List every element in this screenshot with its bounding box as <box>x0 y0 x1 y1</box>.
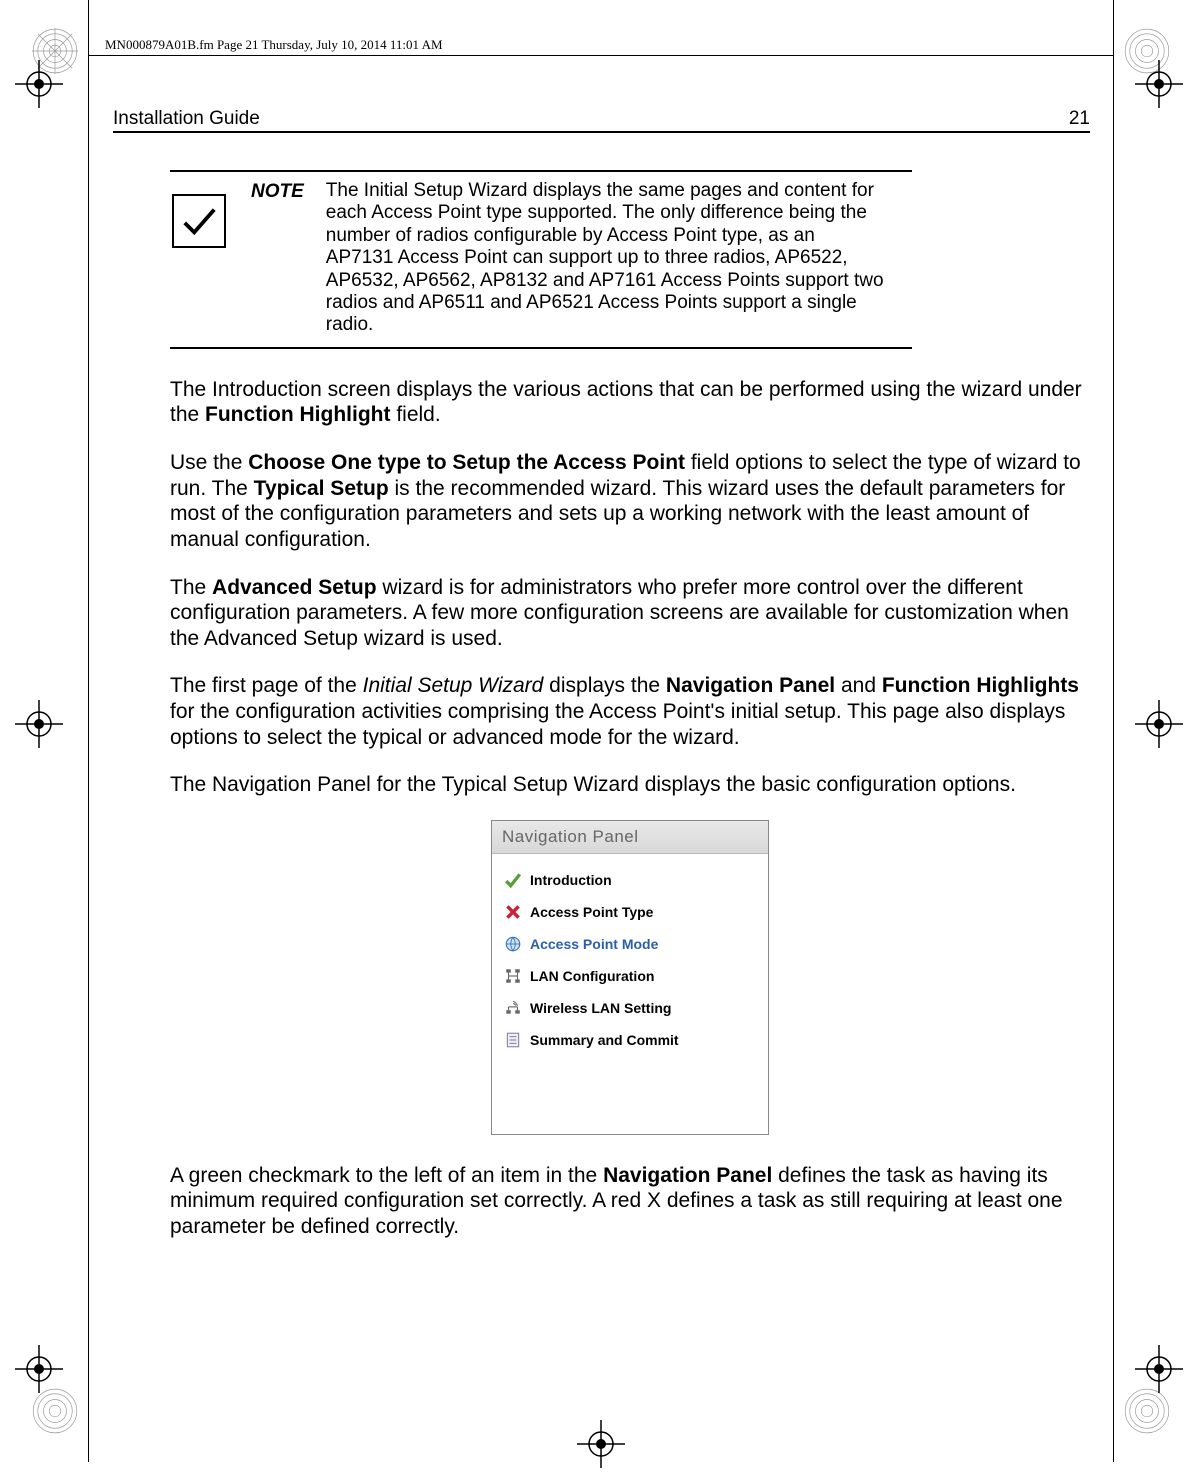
wlan-icon <box>504 999 522 1017</box>
nav-item-lan-configuration: LAN Configuration <box>498 960 762 992</box>
nav-item-label: Access Point Mode <box>530 936 658 952</box>
registration-mark-icon <box>1135 1345 1183 1398</box>
paragraph: The Advanced Setup wizard is for adminis… <box>170 575 1090 652</box>
registration-mark-icon <box>15 60 63 113</box>
nav-item-access-point-type: Access Point Type <box>498 896 762 928</box>
registration-mark-icon <box>1135 60 1183 113</box>
nav-item-label: LAN Configuration <box>530 968 654 984</box>
crop-line-left <box>88 0 89 1462</box>
note-label: NOTE <box>251 180 304 337</box>
x-red-icon <box>504 903 522 921</box>
globe-icon <box>504 935 522 953</box>
page-number: 21 <box>1069 108 1090 130</box>
nav-panel-list: Introduction Access Point Type Access Po… <box>492 854 768 1134</box>
nav-panel-title: Navigation Panel <box>492 821 768 854</box>
running-head-left: Installation Guide <box>113 108 260 130</box>
nav-item-summary-commit: Summary and Commit <box>498 1024 762 1056</box>
registration-mark-icon <box>15 1345 63 1398</box>
document-icon <box>504 1031 522 1049</box>
running-head: Installation Guide 21 <box>113 108 1090 130</box>
registration-mark-icon <box>577 1420 625 1473</box>
registration-mark-icon <box>1135 700 1183 753</box>
paragraph: A green checkmark to the left of an item… <box>170 1163 1090 1240</box>
file-page-annotation: MN000879A01B.fm Page 21 Thursday, July 1… <box>105 37 443 53</box>
header-rule <box>88 55 1113 56</box>
nav-item-access-point-mode: Access Point Mode <box>498 928 762 960</box>
registration-mark-icon <box>15 700 63 753</box>
check-green-icon <box>504 871 522 889</box>
note-block: NOTE The Initial Setup Wizard displays t… <box>170 170 912 349</box>
paragraph: Use the Choose One type to Setup the Acc… <box>170 450 1090 552</box>
nav-item-label: Access Point Type <box>530 904 653 920</box>
nav-item-label: Introduction <box>530 872 612 888</box>
crop-line-right <box>1113 0 1114 1462</box>
paragraph: The Navigation Panel for the Typical Set… <box>170 772 1090 798</box>
running-rule <box>113 131 1090 133</box>
paragraph: The Introduction screen displays the var… <box>170 377 1090 428</box>
nav-item-label: Summary and Commit <box>530 1032 679 1048</box>
lan-icon <box>504 967 522 985</box>
nav-item-wireless-lan-setting: Wireless LAN Setting <box>498 992 762 1024</box>
navigation-panel-screenshot: Navigation Panel Introduction Access Poi… <box>491 820 769 1135</box>
checkmark-icon <box>172 194 226 248</box>
note-body: The Initial Setup Wizard displays the sa… <box>326 180 886 337</box>
nav-item-introduction: Introduction <box>498 864 762 896</box>
page-content: NOTE The Initial Setup Wizard displays t… <box>170 170 1090 1262</box>
nav-item-label: Wireless LAN Setting <box>530 1000 671 1016</box>
paragraph: The first page of the Initial Setup Wiza… <box>170 673 1090 750</box>
